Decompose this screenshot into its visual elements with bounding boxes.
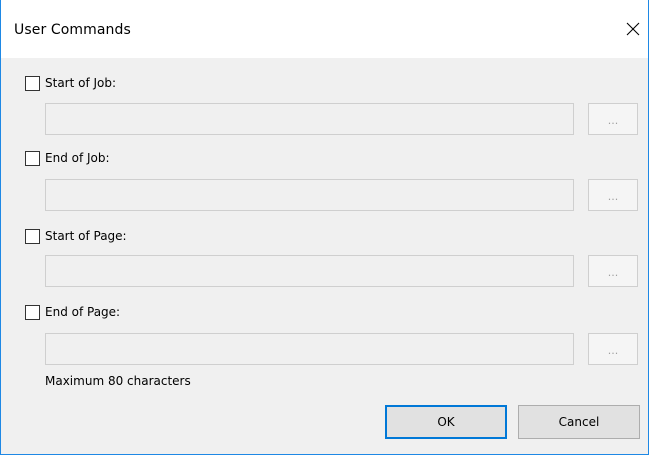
end-of-job-row[interactable]: End of Job:	[25, 148, 110, 168]
end-of-page-row[interactable]: End of Page:	[25, 302, 120, 322]
start-of-job-field[interactable]	[45, 103, 574, 135]
start-of-job-label: Start of Job:	[45, 76, 117, 90]
max-characters-note: Maximum 80 characters	[45, 374, 191, 388]
start-of-job-checkbox[interactable]	[25, 75, 40, 91]
start-of-page-browse-button[interactable]: ...	[588, 255, 638, 287]
start-of-page-checkbox[interactable]	[25, 228, 40, 244]
end-of-page-browse-button[interactable]: ...	[588, 333, 638, 365]
title-bar: User Commands	[1, 0, 648, 58]
end-of-job-label: End of Job:	[45, 151, 110, 165]
end-of-job-checkbox[interactable]	[25, 150, 40, 166]
close-icon	[626, 22, 640, 36]
start-of-page-field[interactable]	[45, 255, 574, 287]
cancel-button[interactable]: Cancel	[518, 405, 640, 439]
end-of-job-field[interactable]	[45, 179, 574, 211]
start-of-page-label: Start of Page:	[45, 229, 127, 243]
end-of-page-label: End of Page:	[45, 305, 121, 319]
dialog-title: User Commands	[14, 22, 131, 38]
end-of-page-field[interactable]	[45, 333, 574, 365]
end-of-page-checkbox[interactable]	[25, 304, 40, 320]
user-commands-dialog: User Commands Start of Job: ... End of J…	[0, 0, 649, 455]
start-of-job-row[interactable]: Start of Job:	[25, 73, 116, 93]
start-of-job-browse-button[interactable]: ...	[588, 103, 638, 135]
start-of-page-row[interactable]: Start of Page:	[25, 226, 127, 246]
close-button[interactable]	[618, 14, 648, 44]
ok-button[interactable]: OK	[385, 405, 507, 439]
end-of-job-browse-button[interactable]: ...	[588, 179, 638, 211]
